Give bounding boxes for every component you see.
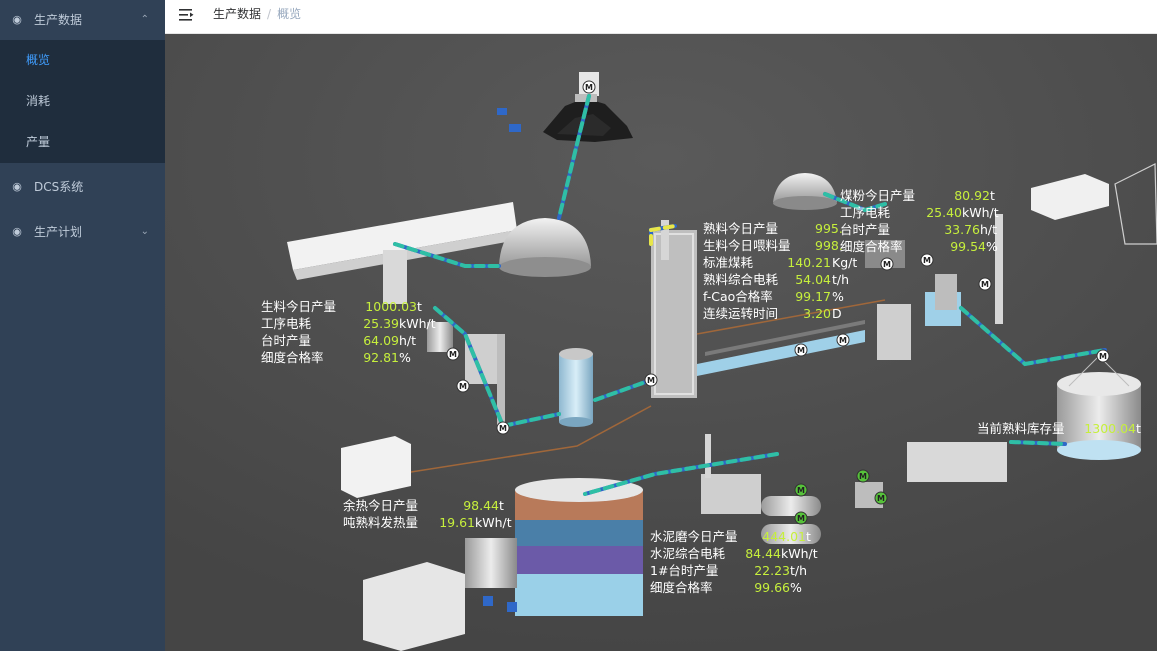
svg-text:M: M — [859, 472, 867, 481]
motor-icon: M — [456, 379, 470, 393]
svg-text:M: M — [883, 260, 891, 269]
sidebar-item-output[interactable]: 产量 — [0, 122, 165, 163]
motor-icon: M — [582, 80, 596, 94]
svg-text:M: M — [647, 376, 655, 385]
metric-row: 细度合格率 99.66% — [650, 580, 802, 595]
menu-production-data[interactable]: ◉ 生产数据 ⌃ — [0, 0, 165, 40]
svg-text:M: M — [923, 256, 931, 265]
svg-text:M: M — [449, 350, 457, 359]
menu-label: DCS系统 — [34, 180, 84, 194]
motor-icon: M — [794, 511, 808, 525]
metric-row: 水泥综合电耗 84.44 kWh/t — [650, 546, 818, 561]
motor-icon: M — [920, 253, 934, 267]
svg-text:M: M — [877, 494, 885, 503]
dashboard-icon: ◉ — [12, 13, 22, 26]
svg-text:M: M — [981, 280, 989, 289]
metric-row: 熟料综合电耗 54.04 t/h — [703, 272, 850, 287]
breadcrumb-separator: / — [267, 7, 272, 21]
plant-overview-scene: M M M M M M M M M M M M M M M 生料今日产量 1000… — [165, 34, 1157, 651]
navbar: 生产数据 / 概览 — [165, 0, 1157, 34]
chevron-down-icon: ⌄ — [140, 226, 149, 237]
metric-row: 生料今日产量 1000.03 t — [261, 299, 422, 314]
raw-meal-silo — [559, 348, 593, 427]
dashboard-icon: ◉ — [12, 225, 22, 238]
metric-row: 台时产量 33.76 h/t — [840, 222, 998, 237]
breadcrumb: 生产数据 / 概览 — [213, 0, 301, 34]
coal-powder-panel: 煤粉今日产量 80.92 t 工序电耗 25.40 kWh/t 台时产量 33.76 h/t… — [840, 187, 1010, 255]
raw-meal-panel: 生料今日产量 1000.03 t 工序电耗 25.39 kWh/t 台时产量 64.09 h… — [261, 298, 436, 366]
dashboard-icon: ◉ — [12, 180, 22, 193]
svg-text:M: M — [499, 424, 507, 433]
motor-icon: M — [874, 491, 888, 505]
motor-icon: M — [836, 333, 850, 347]
svg-text:M: M — [1099, 352, 1107, 361]
clinker-storage-panel: 当前熟料库存量 1300.04 t — [977, 420, 1145, 437]
svg-text:M: M — [585, 83, 593, 92]
metric-row: 水泥磨今日产量 444.01 t — [650, 529, 811, 544]
svg-text:M: M — [459, 382, 467, 391]
metric-row: 煤粉今日产量 80.92 t — [840, 188, 995, 203]
metric-row: 当前熟料库存量 1300.04 t — [977, 421, 1141, 436]
svg-text:M: M — [797, 346, 805, 355]
motor-icon: M — [856, 469, 870, 483]
cement-mill-panel: 水泥磨今日产量 444.01 t 水泥综合电耗 84.44 kWh/t 1#台时产量 22… — [650, 528, 818, 596]
metric-row: 吨熟料发热量 19.61 kWh/t — [343, 515, 512, 530]
menu-label: 生产计划 — [34, 225, 83, 239]
sidebar-item-overview[interactable]: 概览 — [0, 40, 165, 81]
sidebar-item-consumption[interactable]: 消耗 — [0, 81, 165, 122]
metric-row: 工序电耗 25.40 kWh/t — [840, 205, 999, 220]
metric-row: 余热今日产量 98.44 t — [343, 498, 504, 513]
svg-text:M: M — [797, 486, 805, 495]
breadcrumb-item[interactable]: 生产数据 — [213, 7, 261, 21]
motor-icon: M — [978, 277, 992, 291]
metric-row: 细度合格率 99.54% — [840, 239, 998, 254]
menu-label: 生产数据 — [34, 13, 83, 27]
motor-icon: M — [644, 373, 658, 387]
hamburger-icon[interactable] — [179, 8, 195, 22]
menu-dcs-system[interactable]: ◉ DCS系统 — [0, 166, 165, 208]
motor-icon: M — [794, 343, 808, 357]
motor-icon: M — [446, 347, 460, 361]
metric-row: 连续运转时间 3.20 D — [703, 306, 842, 321]
metric-row: f-Cao合格率 99.17% — [703, 289, 844, 304]
breadcrumb-current: 概览 — [277, 7, 302, 21]
motor-icon: M — [1096, 349, 1110, 363]
chevron-up-icon: ⌃ — [140, 14, 149, 25]
motor-icon: M — [496, 421, 510, 435]
metric-row: 细度合格率 92.81% — [261, 350, 411, 365]
svg-text:M: M — [839, 336, 847, 345]
waste-heat-panel: 余热今日产量 98.44 t 吨熟料发热量 19.61 kWh/t — [343, 497, 513, 531]
submenu-production-data: 概览 消耗 产量 — [0, 40, 165, 163]
metric-row: 标准煤耗 140.21 Kg/t — [703, 255, 858, 270]
svg-text:M: M — [797, 514, 805, 523]
metric-row: 台时产量 64.09 h/t — [261, 333, 417, 348]
sidebar: ◉ 生产数据 ⌃ 概览 消耗 产量 ◉ DCS系统 ◉ 生产计划 ⌄ — [0, 0, 165, 651]
motor-icon: M — [794, 483, 808, 497]
preheater-tower — [651, 220, 697, 398]
metric-row: 1#台时产量 22.23 t/h — [650, 563, 808, 578]
metric-row: 工序电耗 25.39 kWh/t — [261, 316, 436, 331]
menu-production-plan[interactable]: ◉ 生产计划 ⌄ — [0, 208, 165, 256]
